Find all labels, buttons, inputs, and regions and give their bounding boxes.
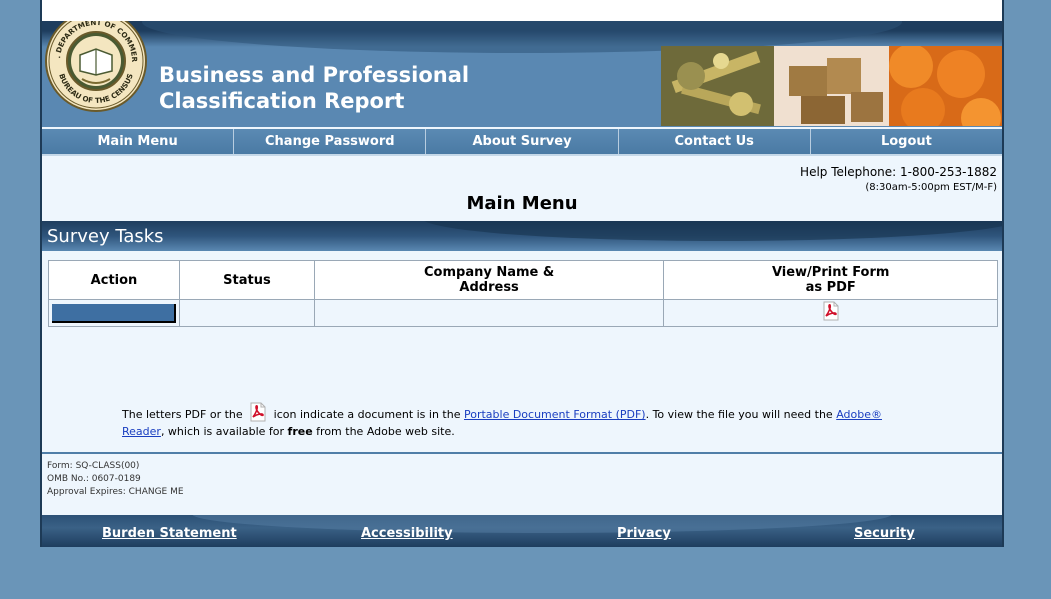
help-info: Help Telephone: 1-800-253-1882 (8:30am-5…	[800, 165, 997, 195]
divider	[42, 452, 1002, 454]
nav-main-menu[interactable]: Main Menu	[42, 129, 235, 154]
action-cell	[48, 299, 180, 327]
header-banner: U.S. DEPARTMENT OF COMMERCE BUREAU OF TH…	[42, 21, 1002, 127]
banner-title: Business and Professional Classification…	[159, 63, 470, 113]
nav-change-password[interactable]: Change Password	[234, 129, 427, 154]
nav-logout[interactable]: Logout	[810, 129, 1003, 154]
pdf-icon	[248, 402, 268, 425]
pdf-note: The letters PDF or the icon indicate a d…	[122, 402, 912, 438]
section-header: Survey Tasks	[42, 221, 1002, 251]
page-container: U.S. DEPARTMENT OF COMMERCE BUREAU OF TH…	[40, 0, 1004, 547]
pdf-icon[interactable]	[821, 301, 841, 325]
footer-burden-statement-link[interactable]: Burden Statement	[102, 526, 237, 541]
footer-privacy-link[interactable]: Privacy	[617, 526, 671, 541]
section-title: Survey Tasks	[47, 226, 164, 247]
census-seal-logo: U.S. DEPARTMENT OF COMMERCE BUREAU OF TH…	[42, 21, 148, 113]
nav-contact-us[interactable]: Contact Us	[618, 129, 811, 154]
pdf-format-link[interactable]: Portable Document Format (PDF)	[464, 408, 646, 421]
column-header-pdf: View/Print Form as PDF	[663, 260, 998, 300]
pdf-cell	[663, 299, 998, 327]
footer-security-link[interactable]: Security	[854, 526, 915, 541]
action-select[interactable]	[52, 303, 176, 323]
survey-tasks-table: Action Status Company Name & Address Vie…	[48, 260, 998, 327]
footer-accessibility-link[interactable]: Accessibility	[361, 526, 453, 541]
main-nav: Main Menu Change Password About Survey C…	[42, 129, 1003, 154]
nav-about-survey[interactable]: About Survey	[426, 129, 619, 154]
help-telephone: Help Telephone: 1-800-253-1882	[800, 165, 997, 179]
column-header-action: Action	[48, 260, 180, 300]
table-row	[48, 299, 998, 327]
omb-number: OMB No.: 0607-0189	[47, 474, 141, 484]
footer: Burden Statement Accessibility Privacy S…	[42, 515, 1002, 547]
banner-photos	[661, 46, 1002, 126]
form-info: Form: SQ-CLASS(00) OMB No.: 0607-0189 Ap…	[47, 460, 184, 499]
status-cell	[178, 299, 315, 327]
approval-expires: Approval Expires: CHANGE ME	[47, 487, 184, 497]
page-title: Main Menu	[466, 193, 578, 214]
column-header-company: Company Name & Address	[313, 260, 665, 300]
company-cell	[313, 299, 665, 327]
top-strip	[42, 0, 1002, 21]
form-number: Form: SQ-CLASS(00)	[47, 461, 140, 471]
column-header-status: Status	[178, 260, 315, 300]
